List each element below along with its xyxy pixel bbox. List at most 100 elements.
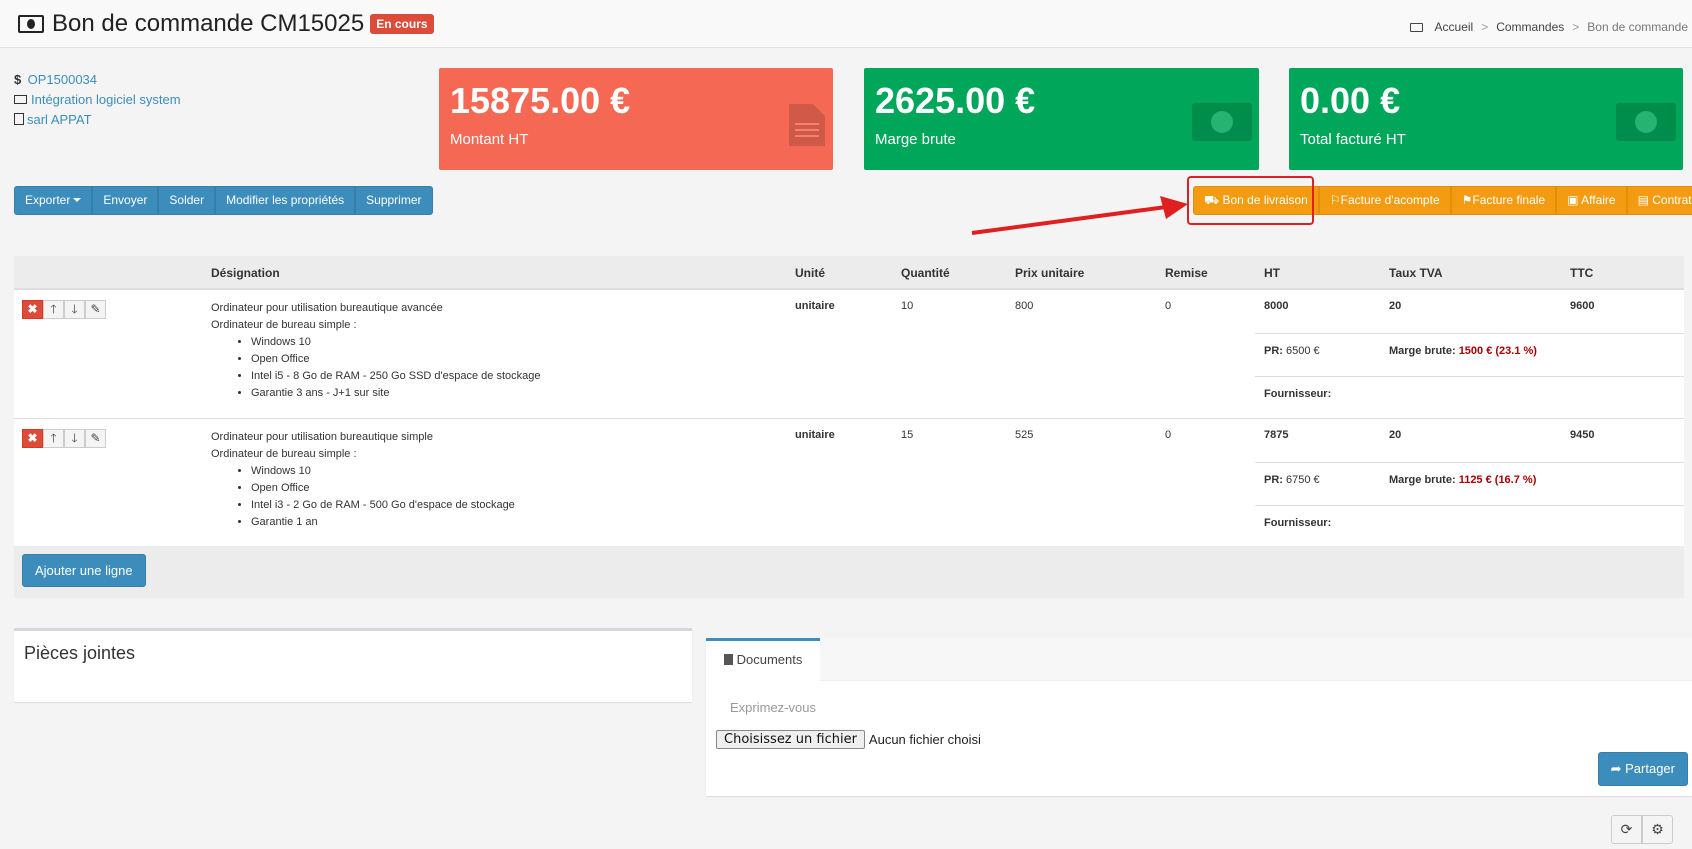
breadcrumb-orders[interactable]: Commandes	[1496, 20, 1564, 34]
money-icon	[1409, 22, 1423, 32]
status-badge: En cours	[370, 14, 434, 34]
col-vat: Taux TVA	[1389, 266, 1443, 280]
deal-label: Affaire	[1581, 193, 1616, 207]
stat-value: 0.00 €	[1300, 80, 1401, 121]
col-ttc: TTC	[1570, 266, 1594, 280]
stat-value: 15875.00 €	[450, 80, 631, 121]
row-actions: ✖ 🡑 🡓 ✎	[22, 429, 106, 448]
line-subtitle: Ordinateur de bureau simple :	[211, 319, 357, 331]
money-icon	[1192, 103, 1252, 141]
line-vat: 20	[1389, 300, 1402, 312]
line-title: Ordinateur pour utilisation bureautique …	[211, 302, 443, 314]
add-line-button[interactable]: Ajouter une ligne	[22, 554, 146, 587]
bullet-item: Garantie 3 ans - J+1 sur site	[251, 385, 540, 402]
bullet-item: Open Office	[251, 351, 540, 368]
line-supplier-row: Fournisseur:	[1255, 376, 1684, 419]
choose-file-button[interactable]: Choisissez un fichier	[716, 730, 865, 749]
send-button[interactable]: Envoyer	[92, 186, 159, 215]
settle-button[interactable]: Solder	[158, 186, 216, 215]
money-icon	[18, 15, 44, 33]
remove-line-button[interactable]: ✖	[22, 300, 43, 319]
final-label: Facture finale	[1472, 193, 1546, 207]
line-price: 525	[1015, 429, 1034, 441]
move-down-button[interactable]: 🡓	[64, 429, 85, 448]
order-lines-table: Désignation Unité Quantité Prix unitaire…	[14, 256, 1684, 598]
line-unit: unitaire	[795, 429, 835, 441]
breadcrumb: Accueil > Commandes > Bon de commande	[1409, 20, 1688, 34]
tab-documents[interactable]: Documents	[706, 638, 820, 681]
flag-icon: ⚐	[1329, 193, 1341, 207]
stat-value: 2625.00 €	[875, 80, 1036, 121]
delete-button[interactable]: Supprimer	[355, 186, 433, 215]
margin-label: Marge brute: 1125 € (16.7 %)	[1389, 474, 1537, 486]
line-discount: 0	[1165, 300, 1172, 312]
refresh-button[interactable]: ⟳	[1611, 815, 1642, 844]
line-ttc: 9600	[1570, 300, 1595, 312]
dollar-icon: $	[14, 72, 22, 87]
pr-label: PR: 6750 €	[1264, 474, 1320, 486]
order-meta: $ OP1500034 Intégration logiciel system …	[14, 70, 181, 130]
page-title: Bon de commande CM15025 En cours	[18, 10, 434, 38]
breadcrumb-separator: >	[1572, 20, 1580, 34]
contract-label: Contrat	[1652, 193, 1692, 207]
line-qty: 10	[901, 300, 914, 312]
line-supplier-row: Fournisseur:	[1255, 505, 1684, 548]
col-ht: HT	[1264, 266, 1280, 280]
move-up-button[interactable]: 🡑	[43, 300, 64, 319]
bullet-item: Garantie 1 an	[251, 514, 515, 531]
gear-icon: ⚙	[1651, 821, 1664, 837]
contract-button[interactable]: ▤ Contrat	[1626, 186, 1692, 215]
order-actions: Exporter Envoyer Solder Modifier les pro…	[14, 186, 433, 215]
edit-properties-button[interactable]: Modifier les propriétés	[215, 186, 356, 215]
comment-input[interactable]: Exprimez-vous	[730, 700, 816, 715]
move-up-button[interactable]: 🡑	[43, 429, 64, 448]
export-dropdown-button[interactable]: Exporter	[14, 186, 93, 215]
stat-box-invoiced: 0.00 € Total facturé HT	[1289, 68, 1683, 170]
remove-line-button[interactable]: ✖	[22, 429, 43, 448]
deposit-invoice-button[interactable]: ⚐Facture d'acompte	[1318, 186, 1451, 215]
stat-label: Montant HT	[450, 131, 529, 148]
line-subtitle: Ordinateur de bureau simple :	[211, 448, 357, 460]
col-designation: Désignation	[211, 266, 280, 280]
caret-down-icon	[73, 198, 82, 202]
documents-tabbar: Documents	[706, 638, 1692, 681]
breadcrumb-separator: >	[1481, 20, 1489, 34]
bottom-tools: ⟳ ⚙	[1611, 815, 1673, 844]
deposit-label: Facture d'acompte	[1340, 193, 1440, 207]
annotation-arrow	[971, 196, 1188, 235]
table-row: ✖ 🡑 🡓 ✎ Ordinateur pour utilisation bure…	[14, 290, 1684, 419]
project-link[interactable]: Intégration logiciel system	[31, 92, 181, 107]
share-button[interactable]: ➦ Partager	[1597, 752, 1688, 786]
page-header: Bon de commande CM15025 En cours Accueil…	[0, 0, 1692, 48]
bullet-item: Windows 10	[251, 463, 515, 480]
share-icon: ➦	[1610, 761, 1622, 776]
line-cost-row: PR: 6500 € Marge brute: 1500 € (23.1 %)	[1255, 333, 1684, 376]
line-unit: unitaire	[795, 300, 835, 312]
final-invoice-button[interactable]: ⚑Facture finale	[1450, 186, 1557, 215]
edit-line-button[interactable]: ✎	[85, 429, 106, 448]
stat-box-amount: 15875.00 € Montant HT	[439, 68, 833, 170]
stat-label: Marge brute	[875, 131, 956, 148]
move-down-button[interactable]: 🡓	[64, 300, 85, 319]
settings-button[interactable]: ⚙	[1642, 815, 1673, 844]
breadcrumb-current: Bon de commande	[1587, 20, 1688, 34]
op-link[interactable]: OP1500034	[28, 72, 97, 87]
client-link[interactable]: sarl APPAT	[27, 112, 92, 127]
col-discount: Remise	[1165, 266, 1208, 280]
edit-line-button[interactable]: ✎	[85, 300, 106, 319]
line-qty: 15	[901, 429, 914, 441]
line-title: Ordinateur pour utilisation bureautique …	[211, 431, 433, 443]
col-unit: Unité	[795, 266, 825, 280]
highlight-box	[1187, 176, 1314, 225]
row-actions: ✖ 🡑 🡓 ✎	[22, 300, 106, 319]
book-icon: ▤	[1637, 193, 1649, 207]
table-row: ✖ 🡑 🡓 ✎ Ordinateur pour utilisation bure…	[14, 419, 1684, 546]
line-cost-row: PR: 6750 € Marge brute: 1125 € (16.7 %)	[1255, 462, 1684, 505]
table-header: Désignation Unité Quantité Prix unitaire…	[14, 256, 1684, 290]
line-bullets: Windows 10 Open Office Intel i3 - 2 Go d…	[251, 463, 515, 531]
deal-button[interactable]: ▣ Affaire	[1556, 186, 1627, 215]
pr-label: PR: 6500 €	[1264, 345, 1320, 357]
col-price: Prix unitaire	[1015, 266, 1085, 280]
breadcrumb-home[interactable]: Accueil	[1435, 20, 1474, 34]
line-designation: Ordinateur pour utilisation bureautique …	[211, 429, 515, 531]
